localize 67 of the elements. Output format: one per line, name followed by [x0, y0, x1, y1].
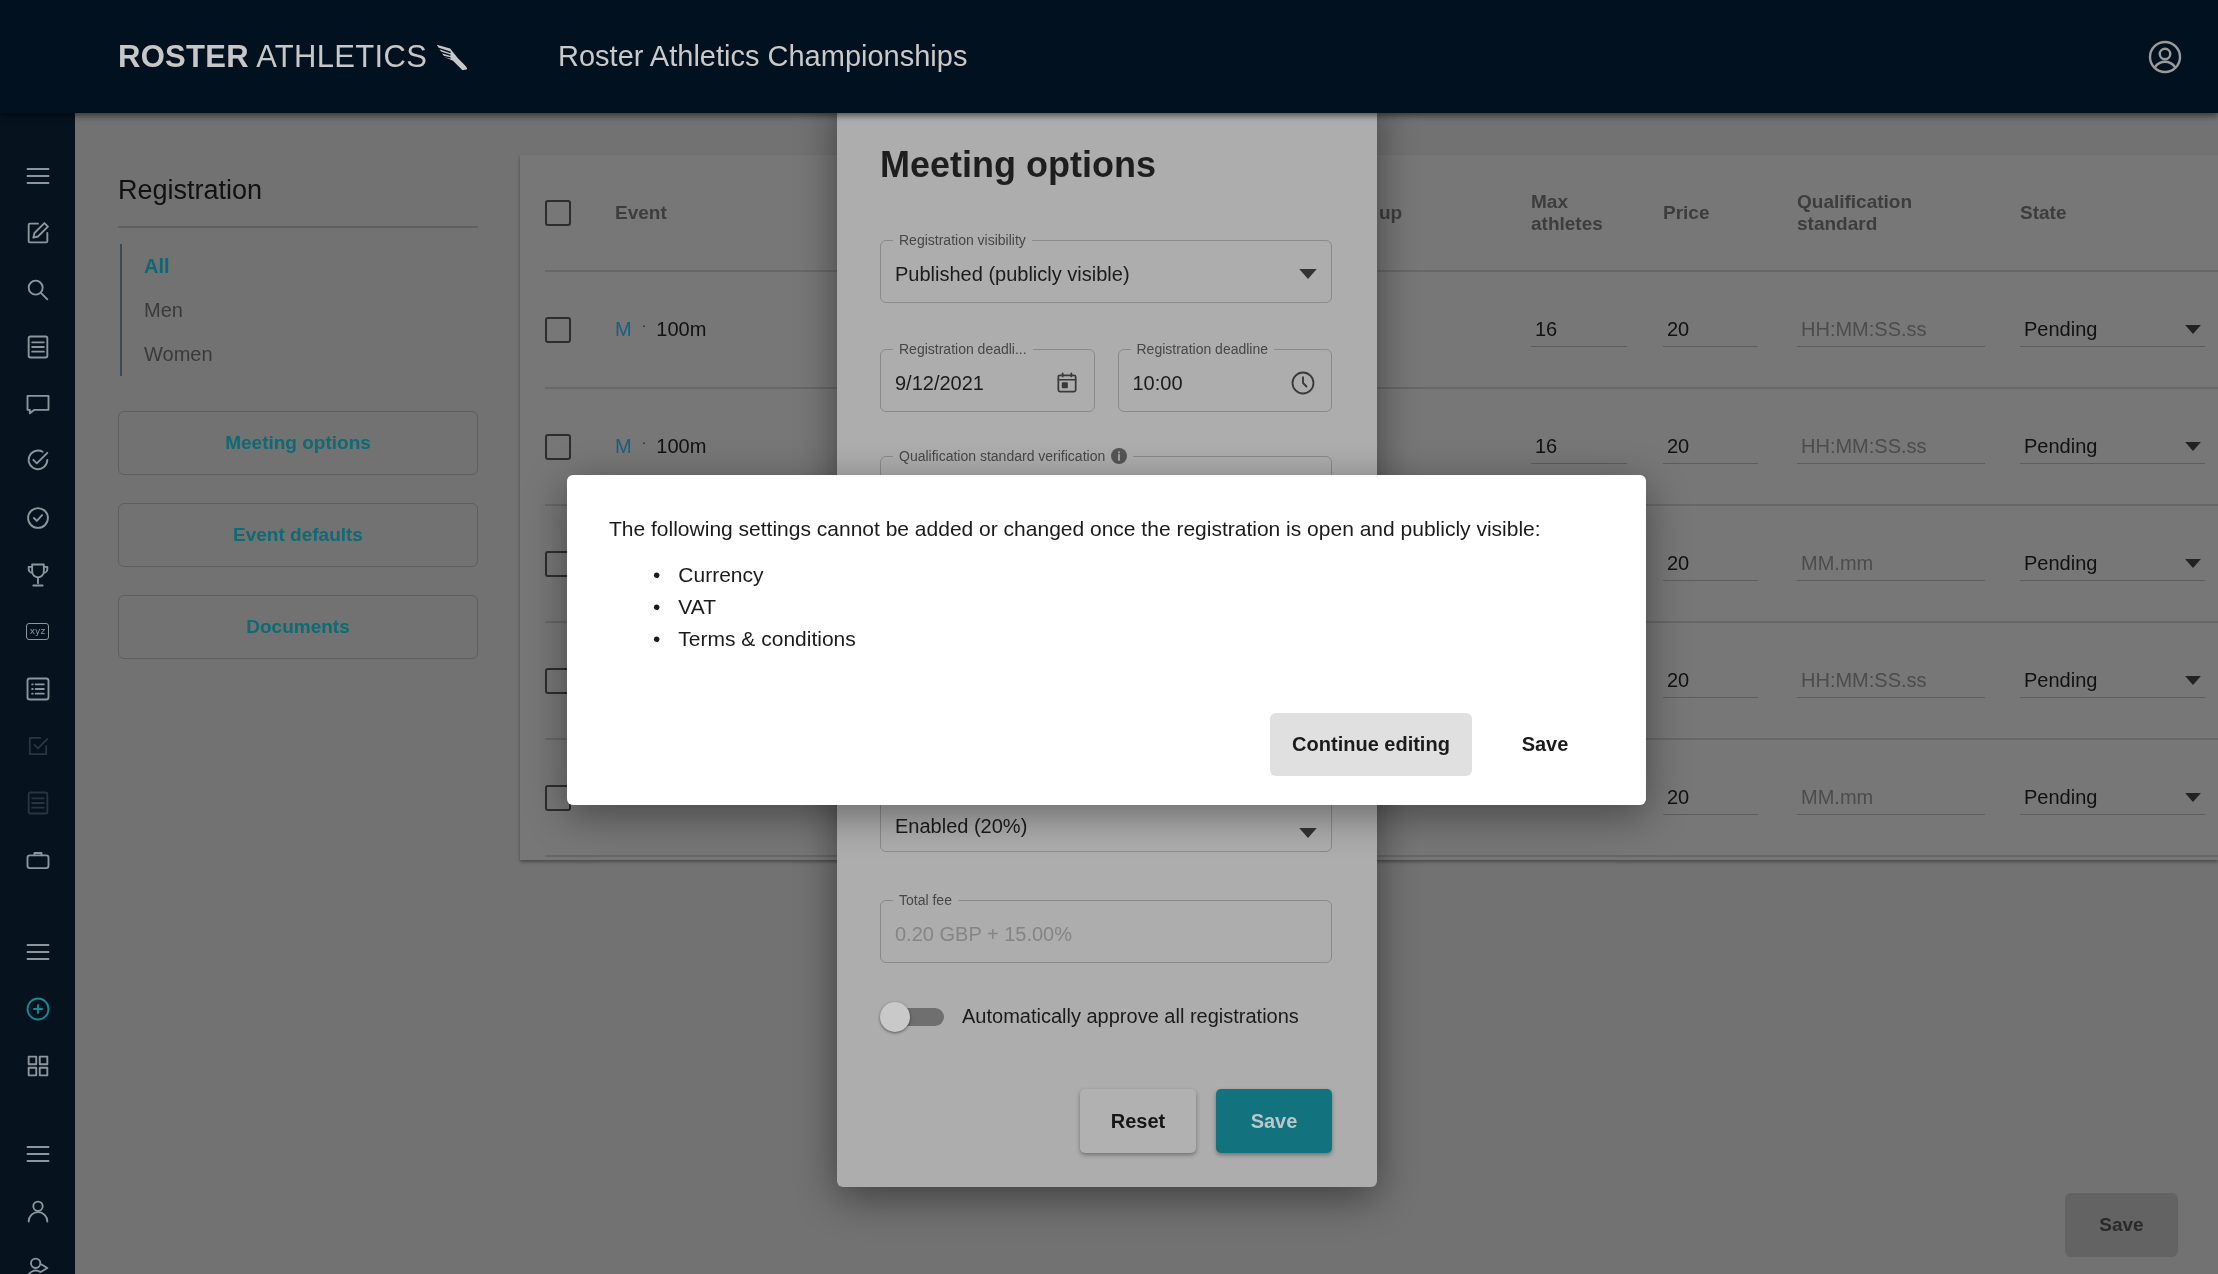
text-badge-icon[interactable]: xyz: [26, 623, 49, 640]
dropdown-caret-icon: [2185, 558, 2201, 568]
bullet: •: [653, 594, 661, 620]
filter-tab[interactable]: Men: [122, 288, 183, 332]
save-button[interactable]: Save: [1500, 713, 1590, 776]
dialog-message: The following settings cannot be added or changed once the registration is open and publicly visible:: [609, 516, 1542, 542]
filter-tab[interactable]: Women: [122, 332, 213, 376]
field-value: Enabled (20%): [895, 815, 1028, 838]
column-header: Qualification standard: [1797, 190, 1913, 235]
state-select[interactable]: Pending: [2020, 663, 2205, 698]
info-icon[interactable]: [1111, 448, 1128, 464]
state-select[interactable]: Pending: [2020, 429, 2205, 464]
state-select[interactable]: Pending: [2020, 312, 2205, 347]
continue-button[interactable]: Continue editing: [1270, 713, 1472, 776]
clock-icon[interactable]: [1289, 369, 1317, 397]
field-label: Registration visibility: [899, 232, 1026, 248]
max-athletes-field[interactable]: 16: [1531, 429, 1627, 464]
state-select[interactable]: Pending: [2020, 780, 2205, 815]
price-field[interactable]: 20: [1663, 546, 1758, 581]
max-athletes-field[interactable]: 16: [1531, 312, 1627, 347]
list-item: Currency: [678, 562, 764, 588]
checkbox[interactable]: [545, 316, 571, 343]
list-item: VAT: [678, 594, 717, 620]
account-icon[interactable]: [2147, 38, 2183, 75]
field-label: Qualification standard verification: [899, 448, 1106, 464]
dropdown-caret-icon: [1299, 828, 1317, 838]
event-name: 100m: [656, 318, 707, 341]
column-header: Price: [1663, 201, 1710, 224]
dropdown-caret-icon: [2185, 792, 2201, 802]
dropdown-caret-icon: [1299, 269, 1317, 279]
separator-dot: ·: [641, 433, 647, 450]
field-value: 10:00: [1132, 371, 1183, 395]
bullet: •: [653, 626, 661, 652]
checkbox[interactable]: [545, 433, 571, 460]
date-field[interactable]: Registration deadli... 9/12/2021: [880, 341, 1095, 412]
dropdown-caret-icon: [2185, 324, 2201, 334]
reset-button[interactable]: Reset: [1080, 1089, 1196, 1153]
toggle-label: Automatically approve all registrations: [962, 1004, 1299, 1028]
visibility-select[interactable]: Registration visibility Published (publicly visible): [880, 232, 1332, 303]
field-label: Registration deadli...: [899, 341, 1027, 357]
separator-dot: ·: [641, 316, 647, 333]
dialog-title: Meeting options: [880, 143, 1156, 187]
gender-label: M: [615, 318, 632, 341]
column-header: Max athletes: [1531, 190, 1603, 235]
price-field[interactable]: 20: [1663, 663, 1758, 698]
field-label: Registration deadline: [1136, 341, 1269, 357]
field-value: Published (publicly visible): [895, 262, 1130, 286]
price-field[interactable]: 20: [1663, 780, 1758, 815]
save-button[interactable]: Save: [1216, 1089, 1332, 1153]
bullet: •: [653, 562, 661, 588]
section-title: Registration: [118, 175, 478, 228]
column-header: Event: [615, 201, 667, 224]
logo-wordmark: ROSTER ATHLETICS: [118, 38, 428, 75]
dropdown-caret-icon: [2185, 441, 2201, 451]
checkbox[interactable]: [545, 199, 571, 226]
field-value: 9/12/2021: [895, 371, 984, 395]
price-field[interactable]: 20: [1663, 312, 1758, 347]
event-title: Roster Athletics Championships: [558, 40, 968, 73]
dropdown-caret-icon: [2185, 675, 2201, 685]
time-field[interactable]: Registration deadline 10:00: [1117, 341, 1332, 412]
column-header: State: [2020, 201, 2067, 224]
price-field[interactable]: 20: [1663, 429, 1758, 464]
field-label: Total fee: [899, 892, 952, 908]
list-item: Terms & conditions: [678, 626, 856, 652]
state-select[interactable]: Pending: [2020, 546, 2205, 581]
event-name: 100m: [656, 435, 707, 458]
gender-label: M: [615, 435, 632, 458]
